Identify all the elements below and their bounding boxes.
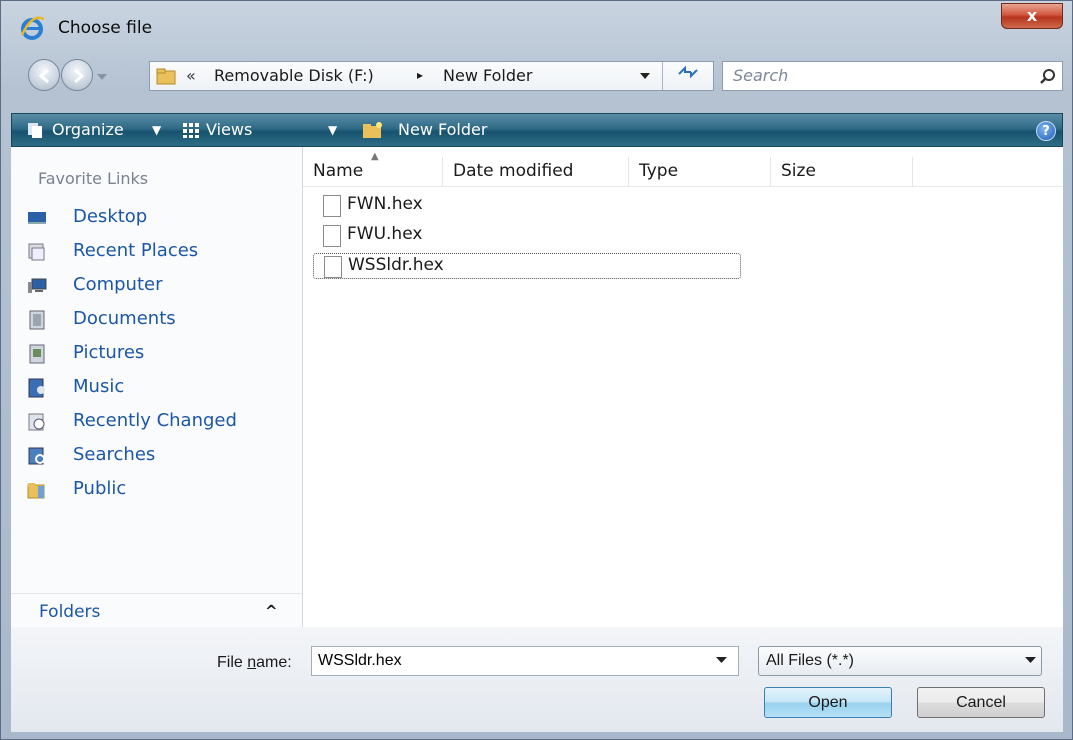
sidebar-item-label: Computer bbox=[73, 274, 163, 295]
refresh-icon bbox=[677, 65, 698, 79]
file-type-value: All Files (*.*) bbox=[766, 652, 855, 669]
desktop-icon bbox=[28, 212, 46, 224]
file-name-label-text: File bbox=[217, 654, 248, 671]
search-placeholder: Search bbox=[733, 66, 789, 85]
sidebar-item-documents[interactable]: Documents bbox=[27, 307, 297, 335]
documents-icon bbox=[29, 310, 45, 330]
file-icon bbox=[324, 256, 342, 278]
window-title: Choose file bbox=[58, 18, 153, 38]
address-row: « Removable Disk (F:) ▸ New Folder Searc… bbox=[1, 53, 1072, 97]
forward-button[interactable] bbox=[61, 59, 93, 91]
file-name: FWN.hex bbox=[347, 194, 423, 214]
breadcrumb-separator[interactable]: ▸ bbox=[417, 68, 423, 82]
pictures-icon bbox=[29, 344, 45, 364]
sidebar-item-searches[interactable]: Searches bbox=[27, 443, 297, 471]
file-list-pane[interactable]: ▲ Name Date modified Type Size FWN.hex F… bbox=[303, 147, 1063, 627]
column-header: ▲ Name Date modified Type Size bbox=[303, 151, 1063, 187]
refresh-button[interactable] bbox=[662, 62, 712, 90]
sidebar-item-pictures[interactable]: Pictures bbox=[27, 341, 297, 369]
searches-icon bbox=[28, 447, 45, 465]
back-button[interactable] bbox=[28, 59, 60, 91]
sidebar-item-label: Documents bbox=[73, 308, 176, 329]
chevron-up-icon[interactable]: ^ bbox=[265, 602, 278, 620]
file-name: WSSldr.hex bbox=[348, 255, 444, 275]
column-name[interactable]: ▲ Name bbox=[303, 151, 443, 187]
organize-dropdown-icon[interactable]: ▼ bbox=[152, 123, 161, 137]
column-date-modified[interactable]: Date modified bbox=[443, 157, 629, 187]
column-type-label: Type bbox=[639, 161, 679, 181]
file-name-label-accesskey: n bbox=[247, 654, 257, 671]
sidebar-item-label: Music bbox=[73, 376, 125, 397]
sidebar-item-recent-places[interactable]: Recent Places bbox=[27, 239, 297, 267]
column-date-label: Date modified bbox=[453, 161, 574, 181]
organize-menu[interactable]: Organize bbox=[52, 120, 124, 139]
recently-changed-icon bbox=[28, 413, 45, 431]
file-icon bbox=[323, 225, 341, 247]
column-size[interactable]: Size bbox=[771, 157, 913, 187]
file-name-combobox[interactable] bbox=[311, 646, 739, 676]
close-button[interactable]: x bbox=[1001, 3, 1063, 29]
favorite-links-heading: Favorite Links bbox=[38, 169, 149, 188]
file-type-select[interactable]: All Files (*.*) bbox=[758, 646, 1042, 676]
file-name-label: File name: bbox=[217, 654, 292, 672]
new-folder-icon bbox=[363, 122, 382, 138]
organize-icon bbox=[28, 123, 42, 138]
file-type-dropdown-icon[interactable] bbox=[1025, 657, 1036, 664]
address-dropdown-icon[interactable] bbox=[640, 73, 650, 80]
title-bar: Choose file x bbox=[1, 1, 1072, 53]
music-icon bbox=[28, 378, 45, 398]
sidebar-item-label: Pictures bbox=[73, 342, 145, 363]
sidebar-item-label: Public bbox=[73, 478, 127, 499]
recent-pages-dropdown-icon[interactable] bbox=[97, 74, 107, 82]
arrow-left-icon bbox=[38, 68, 49, 84]
command-toolbar: Organize ▼ Views ▼ New Folder ? bbox=[11, 113, 1063, 147]
sidebar-item-label: Recently Changed bbox=[73, 410, 237, 431]
sidebar-item-label: Searches bbox=[73, 444, 156, 465]
dialog-footer: File name: All Files (*.*) Open Cancel bbox=[11, 627, 1063, 732]
cancel-button[interactable]: Cancel bbox=[917, 687, 1045, 718]
sort-ascending-icon: ▲ bbox=[371, 151, 379, 162]
file-row-selected[interactable]: WSSldr.hex bbox=[313, 253, 741, 279]
folders-toggle[interactable]: Folders ^ bbox=[11, 593, 302, 627]
new-folder-button[interactable]: New Folder bbox=[398, 120, 487, 139]
sidebar-item-public[interactable]: Public bbox=[27, 477, 297, 505]
public-folder-icon bbox=[27, 483, 45, 499]
recent-places-icon bbox=[28, 243, 45, 261]
folder-icon bbox=[156, 68, 176, 85]
folders-label: Folders bbox=[39, 602, 101, 622]
sidebar-item-desktop[interactable]: Desktop bbox=[27, 205, 297, 233]
views-dropdown-icon[interactable]: ▼ bbox=[328, 123, 337, 137]
arrow-right-icon bbox=[74, 68, 85, 84]
help-icon[interactable]: ? bbox=[1036, 121, 1056, 141]
file-name: FWU.hex bbox=[347, 224, 423, 244]
column-name-label: Name bbox=[313, 161, 364, 181]
file-icon bbox=[323, 195, 341, 217]
views-menu[interactable]: Views bbox=[206, 120, 252, 139]
open-button[interactable]: Open bbox=[764, 687, 892, 718]
file-name-dropdown-icon[interactable] bbox=[716, 657, 727, 664]
sidebar-item-computer[interactable]: Computer bbox=[27, 273, 297, 301]
breadcrumb-removable-disk[interactable]: Removable Disk (F:) bbox=[214, 66, 374, 85]
choose-file-dialog: Choose file x « Removable Disk (F:) ▸ Ne… bbox=[0, 0, 1073, 740]
views-grid-icon bbox=[183, 123, 199, 138]
file-row[interactable]: FWU.hex bbox=[313, 223, 453, 249]
column-type[interactable]: Type bbox=[629, 157, 771, 187]
sidebar-item-music[interactable]: Music bbox=[27, 375, 297, 403]
sidebar-item-label: Recent Places bbox=[73, 240, 199, 261]
overflow-chevron[interactable]: « bbox=[186, 66, 196, 85]
navigation-pane: Favorite Links Desktop Recent Places Com… bbox=[11, 147, 303, 627]
search-box[interactable]: Search bbox=[722, 61, 1063, 91]
internet-explorer-icon bbox=[20, 16, 45, 40]
sidebar-item-recently-changed[interactable]: Recently Changed bbox=[27, 409, 297, 437]
breadcrumb-new-folder[interactable]: New Folder bbox=[443, 66, 532, 85]
search-icon[interactable] bbox=[1039, 68, 1056, 85]
file-name-input[interactable] bbox=[318, 648, 708, 674]
column-size-label: Size bbox=[781, 161, 816, 181]
file-name-label-text: ame: bbox=[256, 654, 292, 671]
sidebar-item-label: Desktop bbox=[73, 206, 148, 227]
file-row[interactable]: FWN.hex bbox=[313, 193, 453, 219]
computer-icon bbox=[28, 278, 47, 293]
address-bar[interactable]: « Removable Disk (F:) ▸ New Folder bbox=[149, 61, 714, 91]
